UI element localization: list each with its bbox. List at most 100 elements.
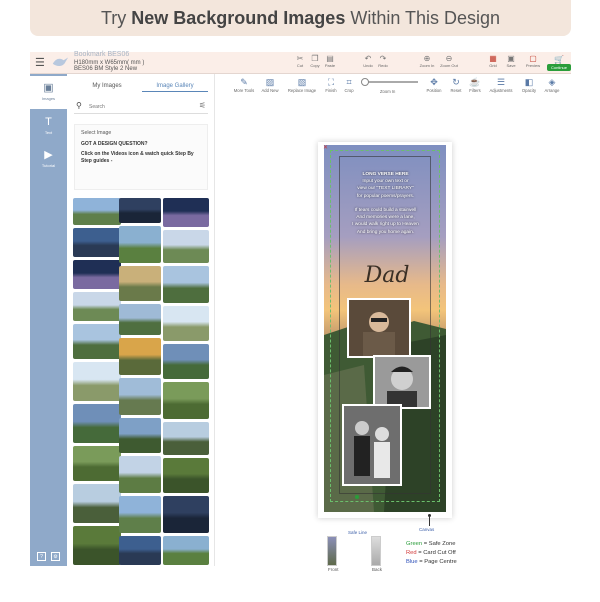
rail-item-text[interactable]: T Text bbox=[30, 110, 67, 143]
preview-label: Preview bbox=[525, 63, 541, 68]
verse-line: view our "TEXT LIBRARY" bbox=[357, 186, 414, 192]
panel-tabs: My Images Image Gallery bbox=[74, 80, 210, 94]
grid-button[interactable]: ▦ Grid bbox=[485, 54, 501, 68]
doc-style: BES06 BM Style 2 New bbox=[74, 66, 138, 72]
cart-icon: 🛒 bbox=[554, 55, 564, 64]
banner-bold: New Background Images bbox=[131, 8, 346, 28]
gallery-thumbnail[interactable] bbox=[73, 292, 121, 321]
redo-icon: ↷ bbox=[379, 54, 387, 63]
tab-my-images[interactable]: My Images bbox=[74, 83, 140, 89]
gallery-thumbnail[interactable] bbox=[163, 306, 209, 341]
back-thumbnail[interactable] bbox=[371, 536, 381, 566]
preview-button[interactable]: ▢ Preview bbox=[523, 54, 543, 68]
zoom-slider-label: Zoom In bbox=[380, 89, 396, 94]
gallery-thumbnail[interactable] bbox=[73, 324, 121, 359]
verse-line: And bring you home again. bbox=[356, 229, 415, 235]
legend-green-word: Green bbox=[406, 541, 423, 547]
copy-button[interactable]: ❐ Copy bbox=[307, 54, 323, 68]
zoom-in-icon: ⊕ bbox=[423, 54, 431, 63]
zoom-slider-knob[interactable] bbox=[361, 78, 369, 86]
gallery-thumbnail[interactable] bbox=[119, 456, 161, 493]
rail-item-images[interactable]: ▣ Images bbox=[30, 76, 67, 109]
gallery-thumbnail[interactable] bbox=[73, 228, 121, 257]
gallery-thumbnail[interactable] bbox=[119, 418, 161, 453]
gallery-thumbnail[interactable] bbox=[163, 382, 209, 419]
verse-text[interactable]: LONG VERSE HERE Input your own text or vie… bbox=[336, 171, 435, 236]
settings-icon[interactable]: ⚙ bbox=[51, 552, 60, 561]
photo-top[interactable] bbox=[347, 298, 411, 358]
name-text[interactable]: Dad bbox=[357, 263, 417, 288]
search-input[interactable]: ⚲ Search ⚟ bbox=[74, 100, 208, 114]
gallery-thumbnail[interactable] bbox=[73, 198, 121, 225]
gallery-thumbnail[interactable] bbox=[163, 422, 209, 455]
photo-bottom[interactable] bbox=[342, 404, 402, 486]
search-icon: ⚲ bbox=[76, 101, 82, 110]
position-label: Position bbox=[426, 88, 442, 93]
help-box: Select Image GOT A DESIGN QUESTION? Clic… bbox=[74, 124, 208, 190]
legend-green-meaning: = Safe Zone bbox=[422, 541, 456, 547]
gallery-thumbnail[interactable] bbox=[119, 536, 161, 565]
photo-man-image bbox=[349, 300, 409, 356]
gallery-thumbnail[interactable] bbox=[163, 266, 209, 303]
banner-suffix: Within This Design bbox=[345, 8, 501, 28]
undo-button[interactable]: ↶ Undo bbox=[360, 54, 376, 68]
images-icon: ▣ bbox=[43, 82, 54, 94]
tab-image-gallery[interactable]: Image Gallery bbox=[142, 83, 208, 92]
back-label: Back bbox=[372, 567, 383, 572]
gallery-thumbnail[interactable] bbox=[119, 378, 161, 415]
copy-label: Copy bbox=[310, 63, 320, 68]
paste-button[interactable]: ▤ Paste bbox=[322, 54, 338, 68]
gallery-thumbnail[interactable] bbox=[119, 496, 161, 533]
gallery-thumbnail[interactable] bbox=[73, 404, 121, 443]
gallery-thumbnail[interactable] bbox=[73, 484, 121, 523]
cut-button[interactable]: ✂ Cut bbox=[292, 54, 308, 68]
add-new-button[interactable]: ▨ Add New bbox=[255, 77, 285, 93]
verse-line: If tears could build a stairwell bbox=[354, 208, 417, 214]
gallery-thumbnail[interactable] bbox=[163, 458, 209, 493]
replace-image-label: Replace Image bbox=[287, 88, 317, 93]
gallery-thumbnail[interactable] bbox=[119, 304, 161, 335]
crop-button[interactable]: ⌗ Crop bbox=[334, 77, 364, 93]
gallery-thumbnail[interactable] bbox=[119, 226, 161, 263]
rail-images-label: Images bbox=[41, 96, 56, 101]
hamburger-icon[interactable]: ☰ bbox=[35, 56, 45, 69]
help-icon[interactable]: ? bbox=[37, 552, 46, 561]
canvas-label: Canvas bbox=[419, 527, 435, 532]
gallery-thumbnail[interactable] bbox=[163, 536, 209, 565]
photo-middle[interactable] bbox=[373, 355, 431, 409]
rail-item-tutorial[interactable]: ▶ Tutorial bbox=[30, 143, 67, 176]
legend-blue: Blue = Page Centre bbox=[406, 558, 457, 567]
replace-image-icon: ▧ bbox=[297, 77, 307, 87]
replace-image-button[interactable]: ▧ Replace Image bbox=[286, 77, 318, 93]
gallery-thumbnail[interactable] bbox=[163, 198, 209, 227]
preview-icon: ▢ bbox=[529, 54, 537, 63]
safe-line-label: Safe Line bbox=[348, 530, 368, 535]
gallery-thumbnail[interactable] bbox=[73, 362, 121, 401]
promo-banner: Try New Background Images Within This De… bbox=[30, 0, 571, 36]
arrange-button[interactable]: ◈ Arrange bbox=[537, 77, 567, 93]
gallery-thumbnail[interactable] bbox=[119, 198, 161, 223]
gallery-thumbnail[interactable] bbox=[119, 266, 161, 301]
dove-logo-icon bbox=[52, 57, 69, 67]
gallery-thumbnail[interactable] bbox=[73, 526, 121, 565]
verse-line: Input your own text or bbox=[362, 179, 409, 185]
gallery-thumbnail[interactable] bbox=[163, 496, 209, 533]
zoom-out-icon: ⊖ bbox=[445, 54, 453, 63]
zoom-in-button[interactable]: ⊕ Zoom In bbox=[418, 54, 436, 68]
gallery-thumbnail[interactable] bbox=[119, 338, 161, 375]
front-thumbnail[interactable] bbox=[327, 536, 337, 566]
adjustments-button[interactable]: ☰ Adjustments bbox=[486, 77, 516, 93]
continue-button[interactable]: 🛒 Continue bbox=[547, 55, 571, 71]
gallery-thumbnail[interactable] bbox=[163, 230, 209, 263]
gallery-thumbnail[interactable] bbox=[73, 446, 121, 481]
scissors-icon: ✂ bbox=[296, 54, 304, 63]
save-button[interactable]: ▣ Save bbox=[503, 54, 519, 68]
redo-button[interactable]: ↷ Redo bbox=[375, 54, 391, 68]
gallery-thumbnail[interactable] bbox=[163, 344, 209, 379]
zoom-out-button[interactable]: ⊖ Zoom Out bbox=[438, 54, 460, 68]
redo-label: Redo bbox=[378, 63, 388, 68]
zoom-slider[interactable] bbox=[362, 81, 418, 83]
gallery-thumbnail[interactable] bbox=[73, 260, 121, 289]
filter-icon[interactable]: ⚟ bbox=[199, 101, 206, 110]
cut-marker-icon: ✕ bbox=[323, 145, 329, 151]
